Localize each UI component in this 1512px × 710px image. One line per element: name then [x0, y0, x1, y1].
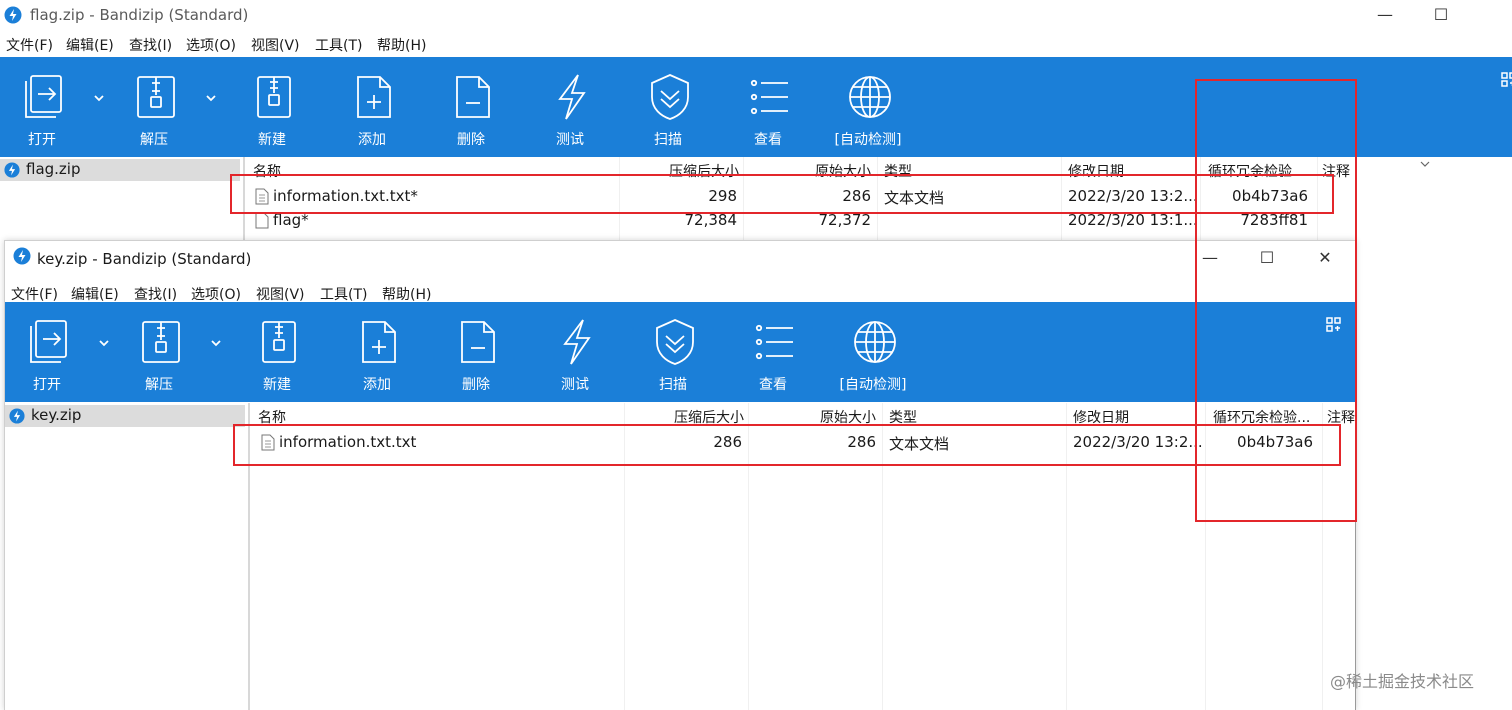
open-icon [25, 75, 62, 118]
lightning-icon [563, 319, 591, 365]
add-button[interactable]: 添加 [337, 302, 417, 402]
bandizip-archive-icon [9, 408, 25, 424]
highlight-box-key-row [233, 424, 1341, 466]
open-icon [30, 320, 67, 363]
maximize-button[interactable]: ☐ [1412, 0, 1470, 30]
menu-tools[interactable]: 工具(T) [315, 35, 362, 55]
bandizip-archive-icon [4, 162, 20, 178]
test-button[interactable]: 测试 [535, 302, 615, 402]
bandizip-app-icon [13, 247, 31, 265]
title-bar: key.zip - Bandizip (Standard) — ☐ ✕ [5, 241, 1355, 271]
menu-options[interactable]: 选项(O) [186, 35, 236, 55]
tree-item-archive[interactable]: key.zip [5, 405, 245, 427]
add-file-icon [362, 321, 396, 363]
menu-file[interactable]: 文件(F) [11, 284, 58, 304]
folder-tree: key.zip [5, 403, 250, 710]
chevron-down-icon[interactable] [97, 336, 111, 350]
extract-icon [142, 321, 180, 363]
window-title: flag.zip - Bandizip (Standard) [30, 6, 249, 24]
scan-button[interactable]: 扫描 [633, 302, 713, 402]
chevron-down-icon[interactable] [209, 336, 223, 350]
file-icon [255, 212, 269, 229]
menu-help[interactable]: 帮助(H) [377, 35, 426, 55]
menu-edit[interactable]: 编辑(E) [71, 284, 119, 304]
highlight-box-flag-row [230, 174, 1334, 214]
view-button[interactable]: 查看 [728, 57, 808, 157]
delete-file-icon [461, 321, 495, 363]
chevron-down-icon[interactable] [92, 91, 106, 105]
menu-bar: 文件(F) 编辑(E) 查找(I) 选项(O) 视图(V) 工具(T) 帮助(H… [0, 30, 1512, 57]
bandizip-app-icon [4, 6, 22, 24]
delete-button[interactable]: 删除 [436, 302, 516, 402]
test-button[interactable]: 测试 [530, 57, 610, 157]
menu-view[interactable]: 视图(V) [251, 35, 300, 55]
encoding-autodetect-button[interactable]: [自动检测] [828, 57, 908, 157]
new-archive-icon [262, 321, 296, 363]
shield-icon [656, 319, 694, 365]
key-zip-window: key.zip - Bandizip (Standard) — ☐ ✕ 文件(F… [4, 240, 1356, 710]
list-view-icon [755, 324, 793, 360]
extract-button[interactable]: 解压 [119, 302, 199, 402]
menu-file[interactable]: 文件(F) [6, 35, 53, 55]
watermark: @稀土掘金技术社区 [1330, 672, 1475, 691]
globe-icon [849, 76, 891, 118]
open-button[interactable]: 打开 [7, 302, 87, 402]
delete-button[interactable]: 删除 [431, 57, 511, 157]
menu-tools[interactable]: 工具(T) [320, 284, 367, 304]
menu-options[interactable]: 选项(O) [191, 284, 241, 304]
scan-button[interactable]: 扫描 [628, 57, 708, 157]
new-archive-button[interactable]: 新建 [232, 57, 312, 157]
menu-find[interactable]: 查找(I) [134, 284, 177, 304]
menu-help[interactable]: 帮助(H) [382, 284, 431, 304]
list-view-icon [750, 79, 788, 115]
delete-file-icon [456, 76, 490, 118]
menu-edit[interactable]: 编辑(E) [66, 35, 114, 55]
minimize-button[interactable]: — [1356, 0, 1414, 30]
view-button[interactable]: 查看 [733, 302, 813, 402]
globe-icon [854, 321, 896, 363]
menu-view[interactable]: 视图(V) [256, 284, 305, 304]
open-button[interactable]: 打开 [2, 57, 82, 157]
highlight-box-crc-column [1195, 79, 1357, 522]
toolbar: 打开 解压 新建 添加 删除 测试 扫描 查看 [自动检测] [5, 302, 1355, 402]
window-title: key.zip - Bandizip (Standard) [37, 250, 252, 268]
extract-icon [137, 76, 175, 118]
tree-item-archive[interactable]: flag.zip [0, 159, 240, 181]
add-button[interactable]: 添加 [332, 57, 412, 157]
extract-button[interactable]: 解压 [114, 57, 194, 157]
title-bar: flag.zip - Bandizip (Standard) — ☐ [0, 0, 1512, 30]
new-archive-icon [257, 76, 291, 118]
new-archive-button[interactable]: 新建 [237, 302, 317, 402]
shield-icon [651, 74, 689, 120]
lightning-icon [558, 74, 586, 120]
add-file-icon [357, 76, 391, 118]
chevron-down-icon[interactable] [1419, 159, 1431, 169]
menu-find[interactable]: 查找(I) [129, 35, 172, 55]
chevron-down-icon[interactable] [204, 91, 218, 105]
encoding-autodetect-button[interactable]: [自动检测] [833, 302, 913, 402]
layout-icon[interactable] [1500, 71, 1512, 89]
